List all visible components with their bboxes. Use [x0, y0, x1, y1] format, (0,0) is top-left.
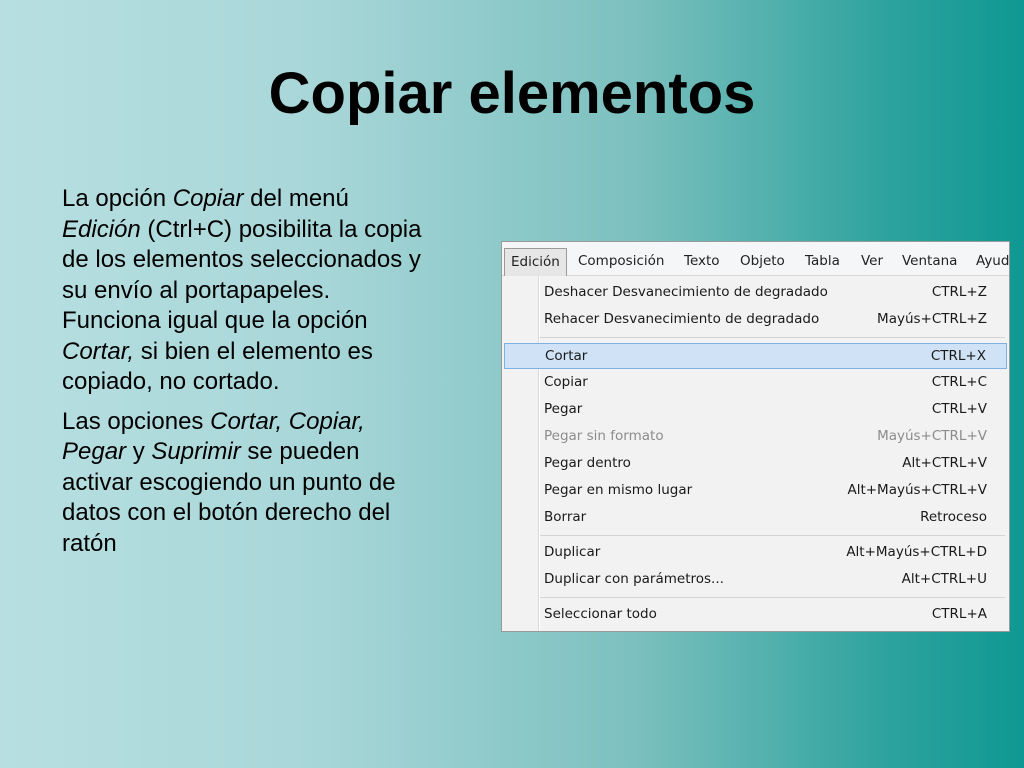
slide-body: La opción Copiar del menú Edición (Ctrl+…	[62, 184, 422, 568]
menu-separator	[540, 597, 1005, 598]
menu-separator	[540, 535, 1005, 536]
menu-item-label: Cortar	[545, 348, 588, 364]
p1-text-1: La opción	[62, 185, 173, 212]
menubar-item-ayuda[interactable]: Ayud	[976, 248, 1009, 274]
menu-item-shortcut: CTRL+V	[931, 401, 987, 417]
menu-item-select-all[interactable]: Seleccionar todo CTRL+A	[504, 602, 1007, 628]
p1-italic-1: Copiar	[172, 185, 244, 212]
menu-item-shortcut: Alt+Mayús+CTRL+V	[847, 482, 987, 498]
edit-dropdown-menu: Deshacer Desvanecimiento de degradado CT…	[502, 276, 1009, 631]
menu-item-label: Pegar	[544, 401, 583, 417]
menu-item-shortcut: Retroceso	[920, 509, 987, 525]
menubar-item-ver[interactable]: Ver	[861, 248, 883, 274]
menubar-item-objeto[interactable]: Objeto	[740, 248, 785, 274]
p2-italic-2: Suprimir	[151, 438, 241, 465]
menu-item-label: Pegar dentro	[544, 455, 631, 471]
menu-item-shortcut: Mayús+CTRL+V	[877, 428, 987, 444]
menu-item-redo[interactable]: Rehacer Desvanecimiento de degradado May…	[504, 307, 1007, 333]
menu-item-label: Pegar sin formato	[544, 428, 664, 444]
menu-item-shortcut: CTRL+X	[930, 348, 986, 364]
p1-italic-3: Cortar,	[62, 337, 135, 365]
menubar-item-ventana[interactable]: Ventana	[902, 248, 957, 274]
menu-item-shortcut: CTRL+C	[931, 374, 987, 390]
menu-item-label: Rehacer Desvanecimiento de degradado	[544, 311, 820, 327]
menu-item-cut[interactable]: Cortar CTRL+X	[504, 343, 1007, 369]
edit-menu-screenshot: Edición Composición Texto Objeto Tabla V…	[501, 241, 1010, 632]
menubar-item-texto[interactable]: Texto	[684, 248, 720, 274]
menu-item-shortcut: Alt+CTRL+V	[902, 455, 987, 471]
slide-title-text: Copiar elementos	[268, 61, 756, 126]
menubar-item-composicion[interactable]: Composición	[578, 248, 664, 274]
menu-item-label: Copiar	[544, 374, 588, 390]
menu-item-label: Deshacer Desvanecimiento de degradado	[544, 284, 828, 300]
menu-item-paste[interactable]: Pegar CTRL+V	[504, 397, 1007, 423]
menu-separator	[540, 337, 1005, 338]
menu-item-shortcut: Alt+Mayús+CTRL+D	[846, 544, 987, 560]
menu-item-label: Duplicar con parámetros...	[544, 571, 724, 587]
menu-item-clear[interactable]: Borrar Retroceso	[504, 505, 1007, 531]
menu-item-label: Pegar en mismo lugar	[544, 482, 693, 498]
menu-item-shortcut: Alt+CTRL+U	[901, 571, 987, 587]
p1-italic-2: Edición	[62, 215, 141, 243]
menu-item-shortcut: CTRL+Z	[931, 284, 987, 300]
menu-item-paste-into[interactable]: Pegar dentro Alt+CTRL+V	[504, 451, 1007, 477]
menu-item-duplicate-with-params[interactable]: Duplicar con parámetros... Alt+CTRL+U	[504, 567, 1007, 593]
menubar-item-tabla[interactable]: Tabla	[805, 248, 840, 274]
menu-item-undo[interactable]: Deshacer Desvanecimiento de degradado CT…	[504, 280, 1007, 306]
slide-title: Copiar elementos	[0, 60, 1024, 127]
menu-item-label: Seleccionar todo	[544, 606, 657, 622]
menu-item-duplicate[interactable]: Duplicar Alt+Mayús+CTRL+D	[504, 540, 1007, 566]
p2-text-2: y	[126, 438, 152, 465]
menu-item-shortcut: CTRL+A	[931, 606, 987, 622]
menu-item-shortcut: Mayús+CTRL+Z	[877, 311, 987, 327]
menu-item-label: Borrar	[544, 509, 587, 525]
p2-text-1: Las opciones	[62, 407, 211, 435]
menu-item-paste-without-format: Pegar sin formato Mayús+CTRL+V	[504, 424, 1007, 450]
menu-item-copy[interactable]: Copiar CTRL+C	[504, 370, 1007, 396]
menu-item-label: Duplicar	[544, 544, 601, 560]
p1-text-2: del menú	[243, 185, 349, 212]
menu-bar: Edición Composición Texto Objeto Tabla V…	[502, 242, 1009, 276]
paragraph-2: Las opciones Cortar, Copiar, Pegar y Sup…	[62, 407, 422, 560]
menu-item-paste-in-place[interactable]: Pegar en mismo lugar Alt+Mayús+CTRL+V	[504, 478, 1007, 504]
paragraph-1: La opción Copiar del menú Edición (Ctrl+…	[62, 184, 422, 398]
menubar-item-edicion[interactable]: Edición	[504, 248, 567, 276]
